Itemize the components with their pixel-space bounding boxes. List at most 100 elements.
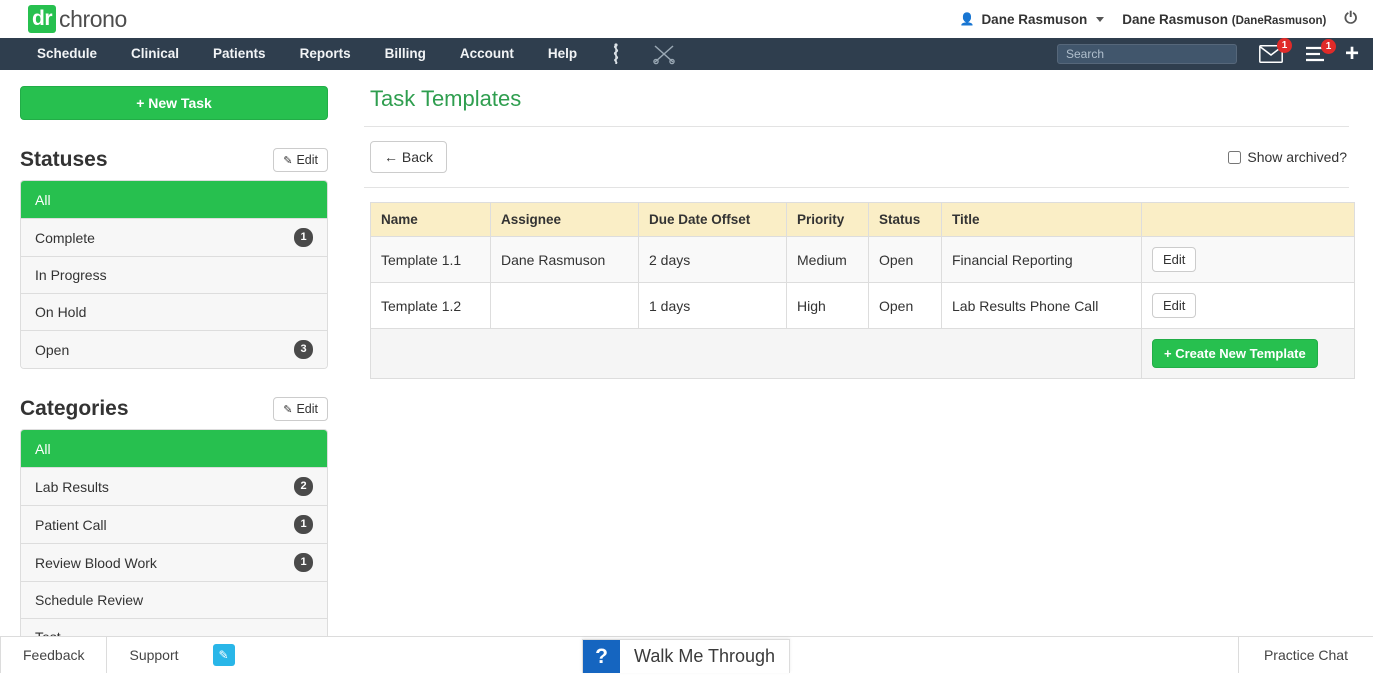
cell-actions: Edit	[1141, 236, 1355, 283]
cell-assignee: Dane Rasmuson	[490, 236, 639, 283]
column-header-due-date-offset[interactable]: Due Date Offset	[638, 202, 787, 237]
user-menu[interactable]: 👤 Dane Rasmuson	[959, 11, 1105, 27]
nav-item-billing[interactable]: Billing	[368, 38, 443, 70]
edit-categories-label: Edit	[296, 402, 318, 416]
top-bar-right: 👤 Dane Rasmuson Dane Rasmuson (DaneRasmu…	[959, 10, 1357, 28]
status-item-complete[interactable]: Complete 1	[21, 218, 327, 256]
add-new-icon[interactable]: +	[1345, 42, 1359, 66]
status-item-all[interactable]: All	[21, 181, 327, 218]
status-item-open[interactable]: Open 3	[21, 330, 327, 368]
column-header-title[interactable]: Title	[941, 202, 1142, 237]
cell-actions: Edit	[1141, 282, 1355, 329]
caduceus-icon[interactable]	[594, 38, 638, 70]
table-footer-row: + Create New Template	[370, 328, 1355, 379]
edit-template-button[interactable]: Edit	[1152, 247, 1197, 272]
question-mark-icon: ?	[583, 640, 620, 673]
status-item-on-hold[interactable]: On Hold	[21, 293, 327, 330]
support-link[interactable]: Support	[107, 637, 200, 673]
nav-item-account[interactable]: Account	[443, 38, 531, 70]
new-task-button[interactable]: + New Task	[20, 86, 328, 120]
edit-template-button[interactable]: Edit	[1152, 293, 1197, 318]
edit-categories-button[interactable]: ✎ Edit	[273, 397, 328, 421]
column-header-name[interactable]: Name	[370, 202, 491, 237]
category-label: Schedule Review	[35, 592, 144, 608]
category-item-review-blood-work[interactable]: Review Blood Work 1	[21, 543, 327, 581]
cell-name: Template 1.2	[370, 282, 491, 329]
category-label: Review Blood Work	[35, 554, 157, 571]
category-count: 1	[294, 553, 313, 572]
category-item-patient-call[interactable]: Patient Call 1	[21, 505, 327, 543]
cell-status: Open	[868, 236, 942, 283]
category-item-all[interactable]: All	[21, 430, 327, 467]
table-body: Template 1.1 Dane Rasmuson 2 days Medium…	[370, 236, 1355, 379]
column-header-priority[interactable]: Priority	[786, 202, 869, 237]
column-header-assignee[interactable]: Assignee	[490, 202, 639, 237]
show-archived-toggle[interactable]: Show archived?	[1228, 149, 1347, 165]
status-label: In Progress	[35, 267, 107, 283]
categories-list: All Lab Results 2 Patient Call 1 Review …	[20, 429, 328, 656]
table-footer-actions: + Create New Template	[1141, 328, 1355, 379]
category-label: Patient Call	[35, 516, 107, 533]
page-title: Task Templates	[370, 86, 522, 111]
status-label: Open	[35, 341, 70, 358]
cell-title: Lab Results Phone Call	[941, 282, 1142, 329]
nav-item-schedule[interactable]: Schedule	[20, 38, 114, 70]
feedback-link[interactable]: Feedback	[1, 637, 106, 673]
page-body: + New Task Statuses ✎ Edit All Complete …	[0, 70, 1373, 673]
status-label: All	[35, 191, 51, 208]
search-input[interactable]	[1056, 44, 1237, 64]
create-new-template-button[interactable]: + Create New Template	[1152, 339, 1318, 368]
account-name: Dane Rasmuson	[1122, 11, 1228, 27]
logo-wordmark: chrono	[59, 5, 127, 32]
account-info: Dane Rasmuson (DaneRasmuson)	[1122, 12, 1326, 27]
cell-status: Open	[868, 282, 942, 329]
tasks-button[interactable]: 1	[1305, 39, 1336, 62]
table-row: Template 1.2 1 days High Open Lab Result…	[370, 282, 1355, 329]
cell-due-date-offset: 1 days	[638, 282, 787, 329]
chevron-down-icon	[1096, 16, 1105, 22]
category-count: 2	[294, 477, 313, 496]
logo-mark: dr	[28, 5, 56, 33]
statuses-header: Statuses ✎ Edit	[20, 148, 328, 172]
nav-item-reports[interactable]: Reports	[283, 38, 368, 70]
messages-button[interactable]: 1	[1259, 38, 1292, 63]
table-header-row: Name Assignee Due Date Offset Priority S…	[370, 202, 1355, 237]
categories-header: Categories ✎ Edit	[20, 397, 328, 421]
nav-item-clinical[interactable]: Clinical	[114, 38, 196, 70]
status-count: 3	[294, 340, 313, 359]
status-item-in-progress[interactable]: In Progress	[21, 256, 327, 293]
nav-item-patients[interactable]: Patients	[196, 38, 283, 70]
show-archived-checkbox[interactable]	[1228, 150, 1242, 164]
column-header-status[interactable]: Status	[868, 202, 942, 237]
messages-badge: 1	[1276, 38, 1292, 53]
column-header-actions	[1141, 202, 1355, 237]
drchrono-logo[interactable]: dr chrono	[28, 5, 127, 33]
status-count: 1	[294, 228, 313, 247]
user-menu-label: Dane Rasmuson	[981, 11, 1088, 27]
sidebar: + New Task Statuses ✎ Edit All Complete …	[0, 70, 348, 673]
cell-priority: High	[786, 282, 869, 329]
edit-statuses-button[interactable]: ✎ Edit	[273, 148, 328, 172]
statuses-list: All Complete 1 In Progress On Hold Open …	[20, 180, 328, 369]
categories-title: Categories	[20, 397, 129, 420]
walk-me-through-widget[interactable]: ? Walk Me Through	[582, 639, 791, 673]
back-button[interactable]: ← Back	[370, 141, 448, 173]
power-off-icon[interactable]: ⏻	[1344, 10, 1357, 28]
category-item-lab-results[interactable]: Lab Results 2	[21, 467, 327, 505]
table-footer-spacer	[370, 328, 1142, 379]
cell-assignee	[490, 282, 639, 329]
toolbar-divider	[364, 187, 1349, 188]
practice-chat-link[interactable]: Practice Chat	[1237, 637, 1373, 673]
table-head: Name Assignee Due Date Offset Priority S…	[370, 202, 1355, 237]
tasks-badge: 1	[1320, 39, 1336, 54]
category-item-schedule-review[interactable]: Schedule Review	[21, 581, 327, 618]
walk-me-through-label: Walk Me Through	[634, 646, 776, 666]
pencil-icon[interactable]: ✎	[212, 644, 235, 666]
user-icon: 👤	[959, 12, 975, 26]
crossed-instruments-icon[interactable]	[638, 38, 690, 70]
pencil-icon: ✎	[283, 154, 293, 167]
category-label: All	[35, 440, 51, 457]
navbar-right: 1 1 +	[1056, 38, 1361, 66]
status-label: Complete	[35, 229, 95, 246]
nav-item-help[interactable]: Help	[531, 38, 594, 70]
